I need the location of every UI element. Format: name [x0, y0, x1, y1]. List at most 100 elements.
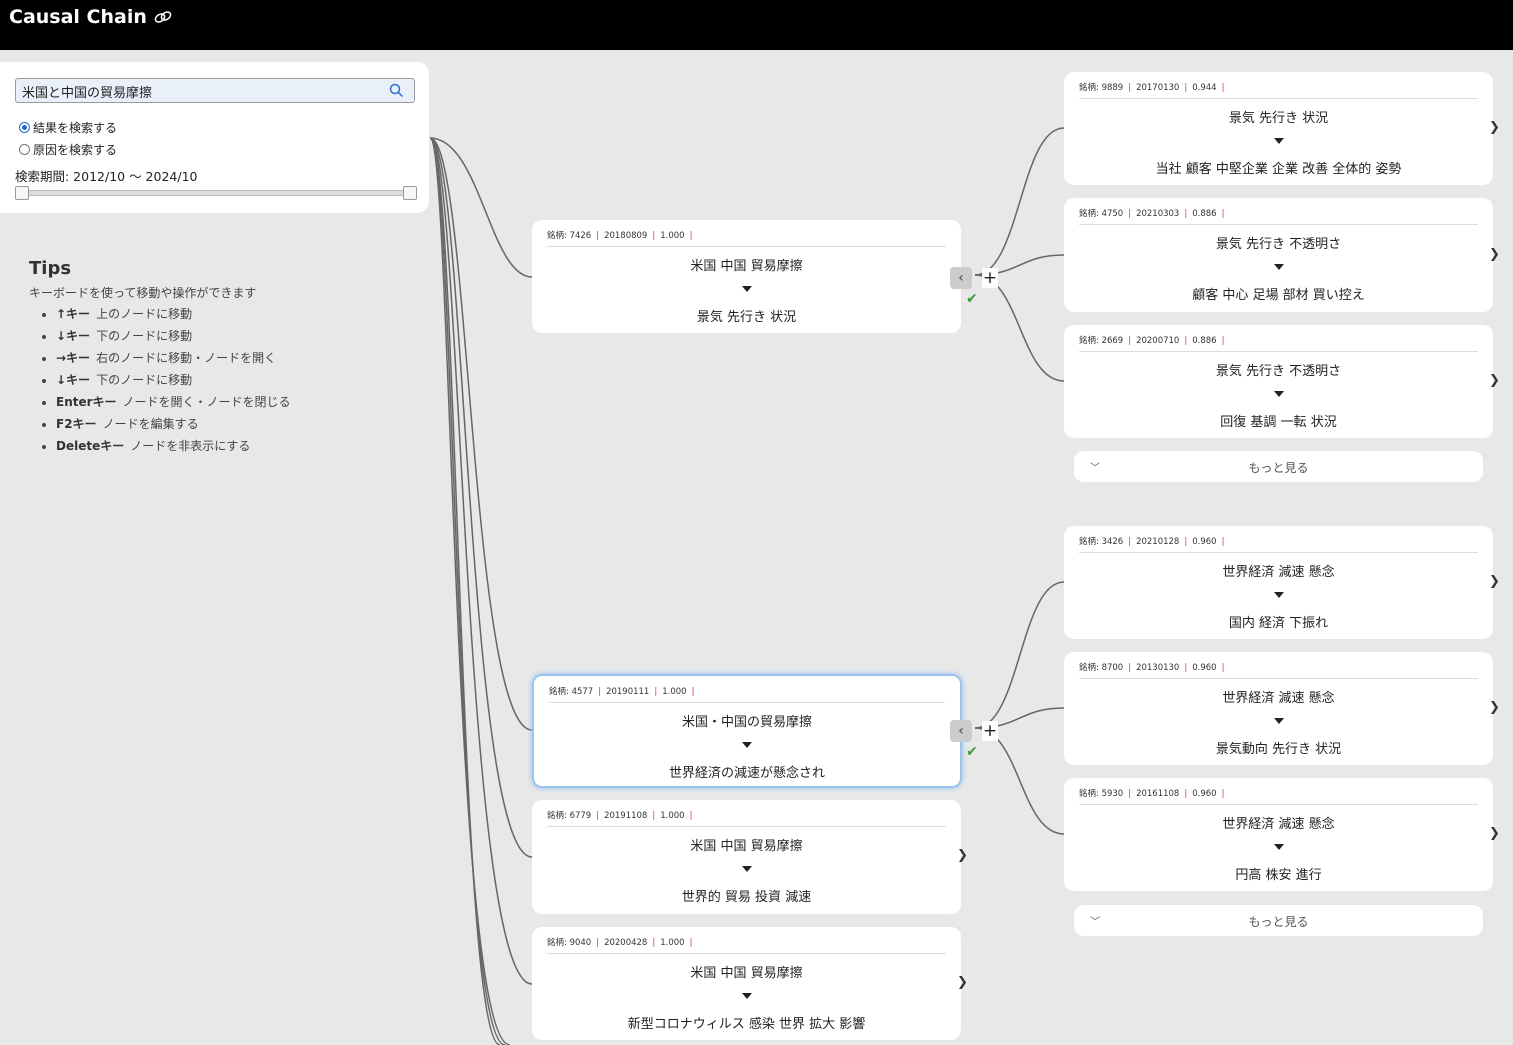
node-score: 0.886 [1192, 209, 1217, 219]
tip-key: F2キー [56, 417, 97, 431]
show-more-button[interactable]: ﹀ もっと見る [1074, 905, 1483, 936]
radio-label: 結果を検索する [33, 121, 118, 135]
node-cause: 世界経済 減速 懸念 [1222, 565, 1335, 580]
radio-button-unchecked[interactable] [19, 144, 30, 155]
node-date: 20161108 [1136, 789, 1180, 799]
node-code: 銘柄: 3426 [1079, 537, 1124, 547]
node-code: 銘柄: 2669 [1079, 336, 1124, 346]
show-more-button[interactable]: ﹀ もっと見る [1074, 451, 1483, 482]
node-cause: 景気 先行き 状況 [1228, 111, 1329, 126]
node-date: 20200710 [1136, 336, 1180, 346]
caret-down-icon [741, 993, 752, 999]
slider-handle-start[interactable] [15, 186, 29, 200]
node-date: 20210128 [1136, 537, 1180, 547]
expand-chevron-right-icon[interactable]: ❯ [1489, 120, 1500, 135]
node-cause: 米国 中国 貿易摩擦 [690, 966, 803, 981]
causal-node[interactable]: 銘柄: 4750 | 20210303 | 0.886 | 景気 先行き 不透明さ 顧客 … [1064, 198, 1493, 312]
tip-key: →キー [56, 351, 91, 365]
node-cause: 景気 先行き 不透明さ [1215, 364, 1342, 379]
node-effect: 景気動向 先行き 状況 [1215, 742, 1342, 757]
causal-node[interactable]: 銘柄: 6779 | 20191108 | 1.000 | 米国 中国 貿易摩擦 世界的 … [532, 800, 961, 914]
period-label: 検索期間: 2012/10 〜 2024/10 [15, 169, 198, 184]
node-cause: 米国・中国の貿易摩擦 [681, 715, 812, 730]
expand-chevron-right-icon[interactable]: ❯ [1489, 700, 1500, 715]
causal-node[interactable]: 銘柄: 9889 | 20170130 | 0.944 | 景気 先行き 状況 当社 顧客… [1064, 72, 1493, 185]
expand-chevron-right-icon[interactable]: ❯ [1489, 247, 1500, 262]
show-more-label: もっと見る [1248, 915, 1309, 929]
tip-item: F2キーノードを編集する [56, 415, 291, 437]
node-effect: 国内 経済 下振れ [1228, 616, 1329, 631]
node-cause: 米国 中国 貿易摩擦 [690, 839, 803, 854]
tip-item: Deleteキーノードを非表示にする [56, 437, 291, 459]
node-score: 0.960 [1192, 663, 1217, 673]
collapse-chevron-left-icon[interactable]: ‹ [950, 267, 972, 289]
add-plus-icon[interactable]: + [982, 268, 998, 288]
node-effect: 世界経済の減速が懸念され [668, 766, 825, 781]
show-more-label: もっと見る [1248, 461, 1309, 475]
node-effect: 新型コロナウィルス 感染 世界 拡大 影響 [627, 1017, 866, 1032]
caret-down-icon [1273, 391, 1284, 397]
node-effect: 顧客 中心 足場 部材 買い控え [1192, 288, 1365, 303]
node-effect: 当社 顧客 中堅企業 企業 改善 全体的 姿勢 [1155, 162, 1402, 177]
collapse-chevron-left-icon[interactable]: ‹ [950, 720, 972, 742]
node-date: 20180809 [604, 231, 648, 241]
node-meta: 銘柄: 6779 | 20191108 | 1.000 | [547, 809, 946, 827]
search-input[interactable]: 米国と中国の貿易摩擦 [15, 78, 415, 103]
tip-item: ↓キー下のノードに移動 [56, 327, 291, 349]
node-meta: 銘柄: 9040 | 20200428 | 1.000 | [547, 936, 946, 954]
node-meta: 銘柄: 8700 | 20130130 | 0.960 | [1079, 661, 1478, 679]
tips-title: Tips [29, 258, 72, 279]
node-meta: 銘柄: 7426 | 20180809 | 1.000 | [547, 229, 946, 247]
search-input-value: 米国と中国の貿易摩擦 [22, 86, 153, 101]
expand-chevron-right-icon[interactable]: ❯ [957, 975, 968, 990]
causal-node[interactable]: 銘柄: 2669 | 20200710 | 0.886 | 景気 先行き 不透明さ 回復 … [1064, 325, 1493, 438]
node-date: 20200428 [604, 938, 648, 948]
node-effect: 回復 基調 一転 状況 [1220, 415, 1337, 430]
causal-node-selected[interactable]: 銘柄: 4577 | 20190111 | 1.000 | 米国・中国の貿易摩擦 世界経済… [532, 674, 962, 788]
expand-chevron-right-icon[interactable]: ❯ [1489, 373, 1500, 388]
tips-list: ↑キー上のノードに移動 ↓キー下のノードに移動 →キー右のノードに移動・ノードを… [29, 305, 291, 459]
node-score: 1.000 [660, 938, 685, 948]
node-code: 銘柄: 8700 [1079, 663, 1124, 673]
caret-down-icon [1273, 592, 1284, 598]
node-score: 0.944 [1192, 83, 1217, 93]
radio-button-checked[interactable] [19, 122, 30, 133]
caret-down-icon [741, 286, 752, 292]
tip-text: ノードを開く・ノードを閉じる [122, 395, 291, 409]
node-score: 0.886 [1192, 336, 1217, 346]
node-score: 0.960 [1192, 789, 1217, 799]
node-date: 20210303 [1136, 209, 1180, 219]
tip-item: ↓キー下のノードに移動 [56, 371, 291, 393]
node-score: 0.960 [1192, 537, 1217, 547]
tip-text: 右のノードに移動・ノードを開く [96, 351, 277, 365]
radio-search-causes[interactable]: 原因を検索する [19, 141, 117, 158]
radio-search-results[interactable]: 結果を検索する [19, 119, 117, 136]
expand-chevron-right-icon[interactable]: ❯ [957, 848, 968, 863]
node-date: 20170130 [1136, 83, 1180, 93]
tip-key: Deleteキー [56, 439, 125, 453]
node-code: 銘柄: 6779 [547, 811, 592, 821]
expand-chevron-right-icon[interactable]: ❯ [1489, 574, 1500, 589]
node-meta: 銘柄: 4750 | 20210303 | 0.886 | [1079, 207, 1478, 225]
node-score: 1.000 [660, 231, 685, 241]
caret-down-icon [1273, 718, 1284, 724]
causal-node[interactable]: 銘柄: 8700 | 20130130 | 0.960 | 世界経済 減速 懸念 景気動向… [1064, 652, 1493, 765]
node-meta: 銘柄: 3426 | 20210128 | 0.960 | [1079, 535, 1478, 553]
node-meta: 銘柄: 9889 | 20170130 | 0.944 | [1079, 81, 1478, 99]
add-plus-icon[interactable]: + [982, 721, 998, 741]
node-code: 銘柄: 4577 [549, 687, 594, 697]
slider-handle-end[interactable] [403, 186, 417, 200]
caret-down-icon [1273, 138, 1284, 144]
causal-node[interactable]: 銘柄: 5930 | 20161108 | 0.960 | 世界経済 減速 懸念 円高 株… [1064, 778, 1493, 891]
causal-node[interactable]: 銘柄: 9040 | 20200428 | 1.000 | 米国 中国 貿易摩擦 新型コロ… [532, 927, 961, 1040]
search-icon[interactable] [389, 83, 404, 98]
slider-track [15, 190, 417, 196]
node-meta: 銘柄: 5930 | 20161108 | 0.960 | [1079, 787, 1478, 805]
node-code: 銘柄: 5930 [1079, 789, 1124, 799]
expand-chevron-right-icon[interactable]: ❯ [1489, 826, 1500, 841]
causal-node[interactable]: 銘柄: 3426 | 20210128 | 0.960 | 世界経済 減速 懸念 国内 経… [1064, 526, 1493, 639]
node-effect: 世界的 貿易 投資 減速 [681, 890, 812, 905]
node-code: 銘柄: 9040 [547, 938, 592, 948]
causal-node[interactable]: 銘柄: 7426 | 20180809 | 1.000 | 米国 中国 貿易摩擦 景気 先… [532, 220, 961, 333]
period-range-slider[interactable] [15, 186, 417, 200]
